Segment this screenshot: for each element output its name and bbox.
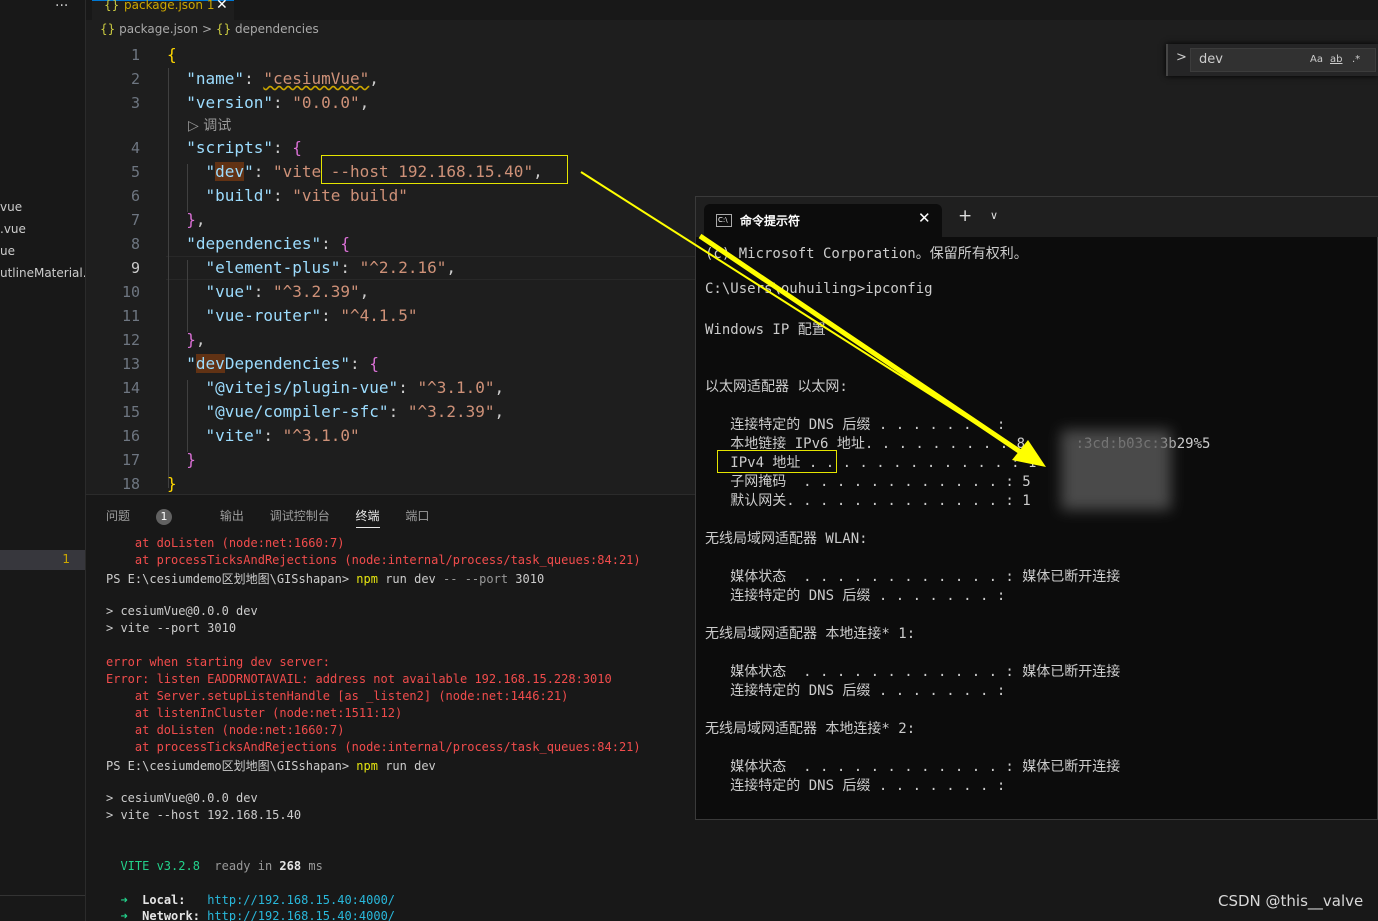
arrow-shaft (698, 233, 1027, 458)
arrow-head (1012, 440, 1046, 467)
watermark: CSDN @this__valve (1218, 892, 1364, 910)
annotation-arrow (580, 171, 1046, 467)
